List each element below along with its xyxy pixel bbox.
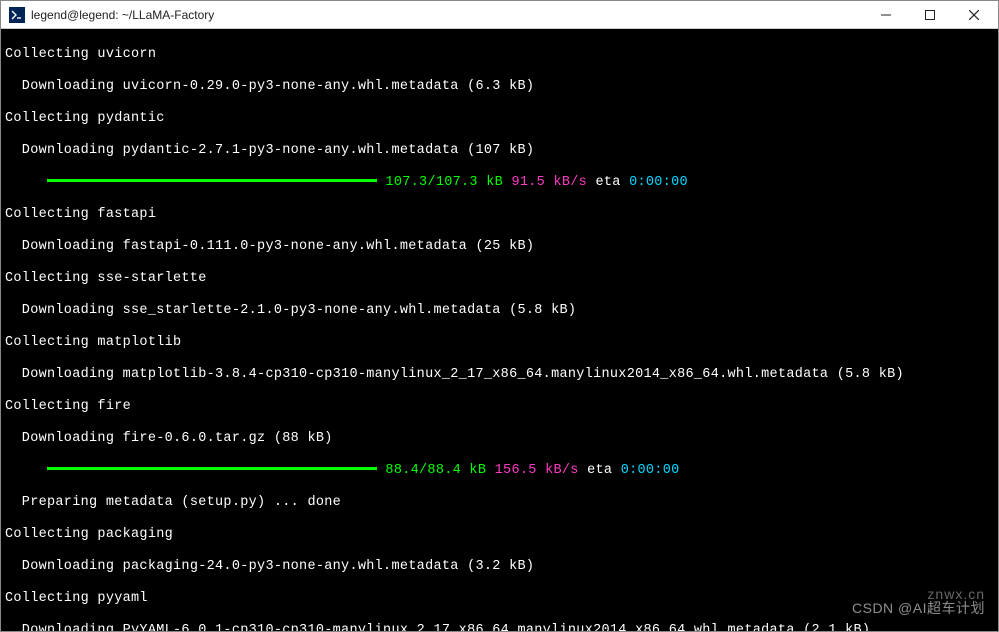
output-line: Collecting pyyaml	[5, 591, 994, 607]
progress-eta: 0:00:00	[629, 175, 688, 190]
output-line: Collecting fastapi	[5, 207, 994, 223]
output-line: Collecting pydantic	[5, 111, 994, 127]
progress-count: 88.4/88.4 kB	[385, 463, 486, 478]
output-line: Downloading fire-0.6.0.tar.gz (88 kB)	[5, 431, 994, 447]
progress-speed: 91.5 kB/s	[511, 175, 587, 190]
progress-line: 88.4/88.4 kB 156.5 kB/s eta 0:00:00	[5, 463, 994, 479]
output-line: Downloading fastapi-0.111.0-py3-none-any…	[5, 239, 994, 255]
window-controls	[864, 1, 996, 29]
window-title: legend@legend: ~/LLaMA-Factory	[31, 8, 864, 22]
output-line: Collecting uvicorn	[5, 47, 994, 63]
maximize-button[interactable]	[908, 1, 952, 29]
output-line: Downloading PyYAML-6.0.1-cp310-cp310-man…	[5, 623, 994, 631]
terminal-window: legend@legend: ~/LLaMA-Factory Collectin…	[0, 0, 999, 632]
terminal-output[interactable]: Collecting uvicorn Downloading uvicorn-0…	[1, 29, 998, 631]
eta-label: eta	[579, 463, 621, 478]
output-line: Collecting fire	[5, 399, 994, 415]
progress-line: 107.3/107.3 kB 91.5 kB/s eta 0:00:00	[5, 175, 994, 191]
titlebar[interactable]: legend@legend: ~/LLaMA-Factory	[1, 1, 998, 29]
output-line: Collecting sse-starlette	[5, 271, 994, 287]
app-icon	[9, 7, 25, 23]
progress-bar-complete	[47, 179, 377, 182]
output-line: Downloading packaging-24.0-py3-none-any.…	[5, 559, 994, 575]
output-line: Downloading pydantic-2.7.1-py3-none-any.…	[5, 143, 994, 159]
close-button[interactable]	[952, 1, 996, 29]
output-line: Downloading sse_starlette-2.1.0-py3-none…	[5, 303, 994, 319]
output-line: Downloading uvicorn-0.29.0-py3-none-any.…	[5, 79, 994, 95]
progress-bar-complete	[47, 467, 377, 470]
output-line: Collecting packaging	[5, 527, 994, 543]
output-line: Downloading matplotlib-3.8.4-cp310-cp310…	[5, 367, 994, 383]
output-line: Preparing metadata (setup.py) ... done	[5, 495, 994, 511]
progress-count: 107.3/107.3 kB	[385, 175, 503, 190]
progress-eta: 0:00:00	[621, 463, 680, 478]
minimize-button[interactable]	[864, 1, 908, 29]
output-line: Collecting matplotlib	[5, 335, 994, 351]
progress-speed: 156.5 kB/s	[495, 463, 579, 478]
eta-label: eta	[587, 175, 629, 190]
